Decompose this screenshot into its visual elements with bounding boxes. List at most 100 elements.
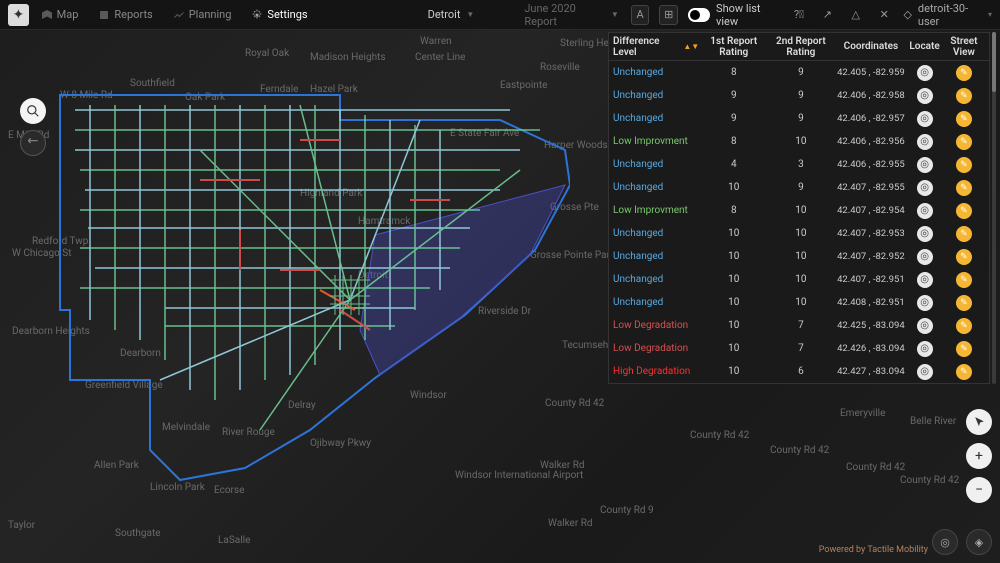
recenter-button[interactable]: ◎ <box>932 529 958 555</box>
map-icon <box>41 9 53 21</box>
cell-coords: 42.426 , -83.094 <box>835 343 906 354</box>
table-header: Difference Level▲▼ 1st Report Rating 2nd… <box>609 33 989 61</box>
zoom-out-button[interactable]: − <box>966 477 992 503</box>
user-menu[interactable]: ◇detroit-30-user▾ <box>903 2 992 28</box>
locate-button[interactable]: ◎ <box>917 272 933 288</box>
locate-button[interactable]: ◎ <box>917 157 933 173</box>
cell-coords: 42.406 , -82.957 <box>835 113 906 124</box>
nav-map[interactable]: Map <box>33 4 87 25</box>
table-row[interactable]: High Degradation10642.427 , -83.094◎✎ <box>609 360 989 383</box>
table-row[interactable]: Low Improvment81042.406 , -82.956◎✎ <box>609 130 989 153</box>
nav-settings[interactable]: Settings <box>243 4 315 25</box>
cell-rating1: 10 <box>701 251 766 262</box>
streetview-button[interactable]: ✎ <box>956 134 972 150</box>
streetview-button[interactable]: ✎ <box>956 364 972 380</box>
table-row[interactable]: Low Degradation10742.425 , -83.094◎✎ <box>609 314 989 337</box>
cell-rating2: 9 <box>768 182 833 193</box>
search-button[interactable] <box>20 98 46 124</box>
cell-difference: Unchanged <box>613 113 699 124</box>
cell-coords: 42.425 , -83.094 <box>835 320 906 331</box>
cursor-tool[interactable] <box>966 409 992 435</box>
table-row[interactable]: Unchanged8942.405 , -82.959◎✎ <box>609 61 989 84</box>
header-coords[interactable]: Coordinates <box>835 41 906 52</box>
locate-button[interactable]: ◎ <box>917 295 933 311</box>
cell-difference: Unchanged <box>613 274 699 285</box>
notifications-button[interactable]: △ <box>847 5 865 25</box>
cell-difference: Unchanged <box>613 228 699 239</box>
streetview-button[interactable]: ✎ <box>956 295 972 311</box>
locate-button[interactable]: ◎ <box>917 203 933 219</box>
filter-button-b[interactable]: ⊞ <box>659 5 678 25</box>
cell-rating1: 10 <box>701 182 766 193</box>
header-locate[interactable]: Locate <box>908 41 941 52</box>
cell-difference: Unchanged <box>613 90 699 101</box>
locate-button[interactable]: ◎ <box>917 134 933 150</box>
list-view-toggle[interactable]: Show list view <box>688 2 780 28</box>
streetview-button[interactable]: ✎ <box>956 111 972 127</box>
data-table-panel: Difference Level▲▼ 1st Report Rating 2nd… <box>608 32 990 384</box>
locate-button[interactable]: ◎ <box>917 364 933 380</box>
table-row[interactable]: Unchanged101042.407 , -82.953◎✎ <box>609 222 989 245</box>
nav-reports[interactable]: Reports <box>90 4 160 25</box>
table-row[interactable]: Unchanged101042.408 , -82.951◎✎ <box>609 291 989 314</box>
locate-button[interactable]: ◎ <box>917 318 933 334</box>
table-row[interactable]: Low Degradation10742.426 , -83.094◎✎ <box>609 337 989 360</box>
header-streetview[interactable]: Street View <box>943 36 985 58</box>
nav-planning[interactable]: Planning <box>165 4 240 25</box>
header-rating1[interactable]: 1st Report Rating <box>701 36 766 58</box>
locate-button[interactable]: ◎ <box>917 226 933 242</box>
layers-button[interactable] <box>20 130 46 156</box>
city-selector[interactable]: Detroit▼ <box>420 5 483 24</box>
locate-button[interactable]: ◎ <box>917 88 933 104</box>
search-icon <box>26 104 40 118</box>
cell-coords: 42.408 , -82.951 <box>835 297 906 308</box>
cell-rating1: 4 <box>701 159 766 170</box>
streetview-button[interactable]: ✎ <box>956 88 972 104</box>
table-row[interactable]: Unchanged9942.406 , -82.957◎✎ <box>609 107 989 130</box>
streetview-button[interactable]: ✎ <box>956 249 972 265</box>
table-row[interactable]: Low Improvment81042.407 , -82.954◎✎ <box>609 199 989 222</box>
table-row[interactable]: Unchanged4342.406 , -82.955◎✎ <box>609 153 989 176</box>
locate-button[interactable]: ◎ <box>917 65 933 81</box>
cell-rating1: 8 <box>701 205 766 216</box>
streetview-button[interactable]: ✎ <box>956 157 972 173</box>
streetview-button[interactable]: ✎ <box>956 272 972 288</box>
filter-button-a[interactable]: A <box>631 5 650 25</box>
streetview-button[interactable]: ✎ <box>956 180 972 196</box>
cell-coords: 42.407 , -82.953 <box>835 228 906 239</box>
locate-button[interactable]: ◎ <box>917 111 933 127</box>
help-button[interactable]: ?⃝ <box>790 5 808 25</box>
app-logo: ✦ <box>8 4 29 26</box>
cell-rating1: 8 <box>701 67 766 78</box>
table-row[interactable]: Unchanged10942.407 , -82.955◎✎ <box>609 176 989 199</box>
streetview-button[interactable]: ✎ <box>956 65 972 81</box>
chevron-down-icon: ▼ <box>466 10 474 19</box>
cell-rating1: 10 <box>701 343 766 354</box>
share-button[interactable]: ↗ <box>818 5 836 25</box>
locate-button[interactable]: ◎ <box>917 341 933 357</box>
report-selector[interactable]: June 2020 Report▼ <box>516 0 626 31</box>
streetview-button[interactable]: ✎ <box>956 318 972 334</box>
streetview-button[interactable]: ✎ <box>956 226 972 242</box>
streetview-button[interactable]: ✎ <box>956 341 972 357</box>
table-row[interactable]: Unchanged9942.406 , -82.958◎✎ <box>609 84 989 107</box>
cell-coords: 42.407 , -82.951 <box>835 274 906 285</box>
app-header: ✦ Map Reports Planning Settings Detroit▼… <box>0 0 1000 30</box>
cell-coords: 42.406 , -82.958 <box>835 90 906 101</box>
cube-tool[interactable]: ◈ <box>966 529 992 555</box>
cell-rating2: 9 <box>768 90 833 101</box>
chevron-down-icon: ▼ <box>611 10 619 19</box>
streetview-button[interactable]: ✎ <box>956 203 972 219</box>
table-scrollbar[interactable] <box>992 32 996 384</box>
table-row[interactable]: Unchanged101042.407 , -82.952◎✎ <box>609 245 989 268</box>
header-rating2[interactable]: 2nd Report Rating <box>768 36 833 58</box>
locate-button[interactable]: ◎ <box>917 180 933 196</box>
locate-button[interactable]: ◎ <box>917 249 933 265</box>
cell-coords: 42.406 , -82.956 <box>835 136 906 147</box>
cell-difference: Low Improvment <box>613 205 699 216</box>
zoom-in-button[interactable]: + <box>966 443 992 469</box>
close-button[interactable]: ✕ <box>875 5 893 25</box>
header-difference[interactable]: Difference Level▲▼ <box>613 36 699 58</box>
table-row[interactable]: Unchanged101042.407 , -82.951◎✎ <box>609 268 989 291</box>
table-body: Unchanged8942.405 , -82.959◎✎Unchanged99… <box>609 61 989 383</box>
